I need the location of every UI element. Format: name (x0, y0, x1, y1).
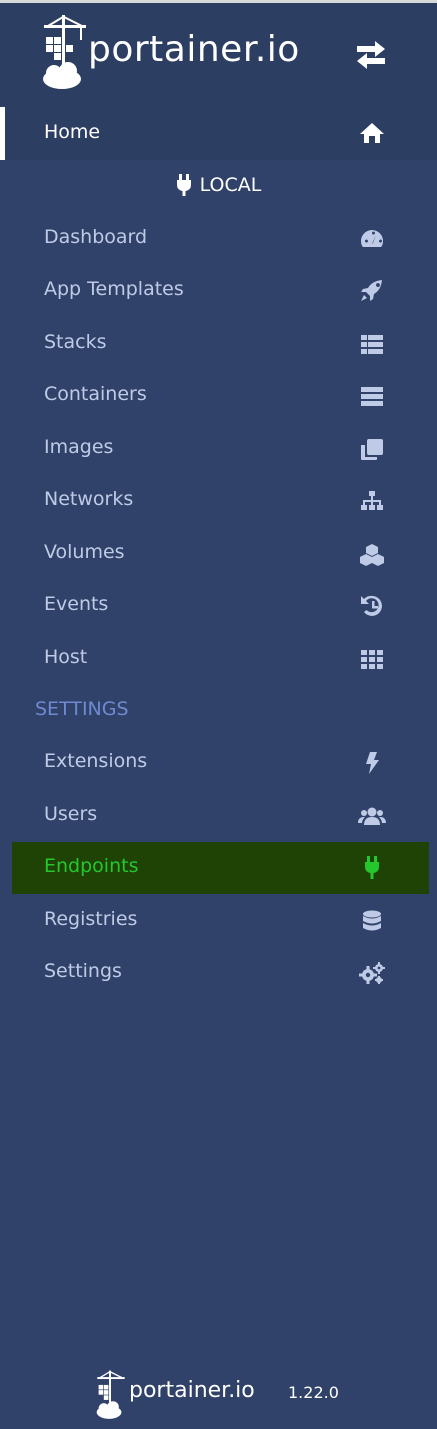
nav-volumes-label: Volumes (44, 541, 125, 563)
nav-volumes[interactable]: Volumes (12, 528, 429, 580)
sidebar-header: portainer.io (0, 3, 437, 107)
server-icon (358, 384, 386, 408)
nav-containers[interactable]: Containers (12, 370, 429, 422)
nav-dashboard-label: Dashboard (44, 226, 148, 248)
nav-images-label: Images (44, 436, 114, 458)
settings-section-title: SETTINGS (35, 698, 129, 720)
users-icon (358, 804, 386, 828)
plug-icon (176, 174, 191, 196)
brand-name: portainer.io (88, 29, 300, 70)
nav-registries-label: Registries (44, 908, 138, 930)
nav-networks[interactable]: Networks (12, 475, 429, 527)
nav-endpoints-label: Endpoints (44, 855, 139, 877)
version-label: 1.22.0 (288, 1383, 339, 1402)
tachometer-icon (358, 227, 386, 251)
th-list-icon (358, 332, 386, 356)
rocket-icon (358, 279, 386, 303)
nav-registries[interactable]: Registries (12, 895, 429, 947)
nav-images[interactable]: Images (12, 423, 429, 475)
footer-brand-name: portainer.io (129, 1378, 255, 1403)
nav-stacks-label: Stacks (44, 331, 107, 353)
toggle-sidebar-button[interactable] (353, 41, 393, 71)
portainer-logo[interactable]: portainer.io (42, 15, 302, 93)
sidebar-footer: portainer.io 1.22.0 (96, 1370, 356, 1424)
nav-events[interactable]: Events (12, 580, 429, 632)
nav-settings[interactable]: Settings (12, 947, 429, 999)
nav-host-label: Host (44, 646, 88, 668)
nav-app-templates[interactable]: App Templates (12, 265, 429, 317)
nav-home-label: Home (44, 121, 101, 143)
nav-users[interactable]: Users (12, 790, 429, 842)
active-indicator (0, 107, 5, 160)
nav-users-label: Users (44, 803, 98, 825)
history-icon (358, 594, 386, 618)
clone-icon (358, 437, 386, 461)
cogs-icon (358, 961, 386, 985)
crane-logo-icon (96, 1370, 125, 1419)
endpoint-name: LOCAL (199, 174, 262, 196)
database-icon (358, 909, 386, 933)
bolt-icon (358, 751, 386, 775)
crane-logo-icon (43, 15, 86, 89)
nav-endpoints[interactable]: Endpoints (12, 842, 429, 894)
th-icon (358, 647, 386, 671)
nav-containers-label: Containers (44, 383, 147, 405)
nav-host[interactable]: Host (12, 633, 429, 685)
nav-home[interactable]: Home (0, 107, 437, 160)
nav-stacks[interactable]: Stacks (12, 318, 429, 370)
nav-app-templates-label: App Templates (44, 278, 184, 300)
nav-extensions[interactable]: Extensions (12, 737, 429, 789)
nav-events-label: Events (44, 593, 109, 615)
home-icon (358, 121, 386, 145)
endpoint-name-heading: LOCAL (0, 166, 437, 206)
exchange-icon (357, 41, 385, 69)
sitemap-icon (358, 489, 386, 513)
nav-extensions-label: Extensions (44, 750, 148, 772)
nav-settings-label: Settings (44, 960, 122, 982)
nav-networks-label: Networks (44, 488, 134, 510)
cubes-icon (358, 542, 386, 566)
nav-dashboard[interactable]: Dashboard (12, 213, 429, 265)
plug-icon (358, 856, 386, 880)
